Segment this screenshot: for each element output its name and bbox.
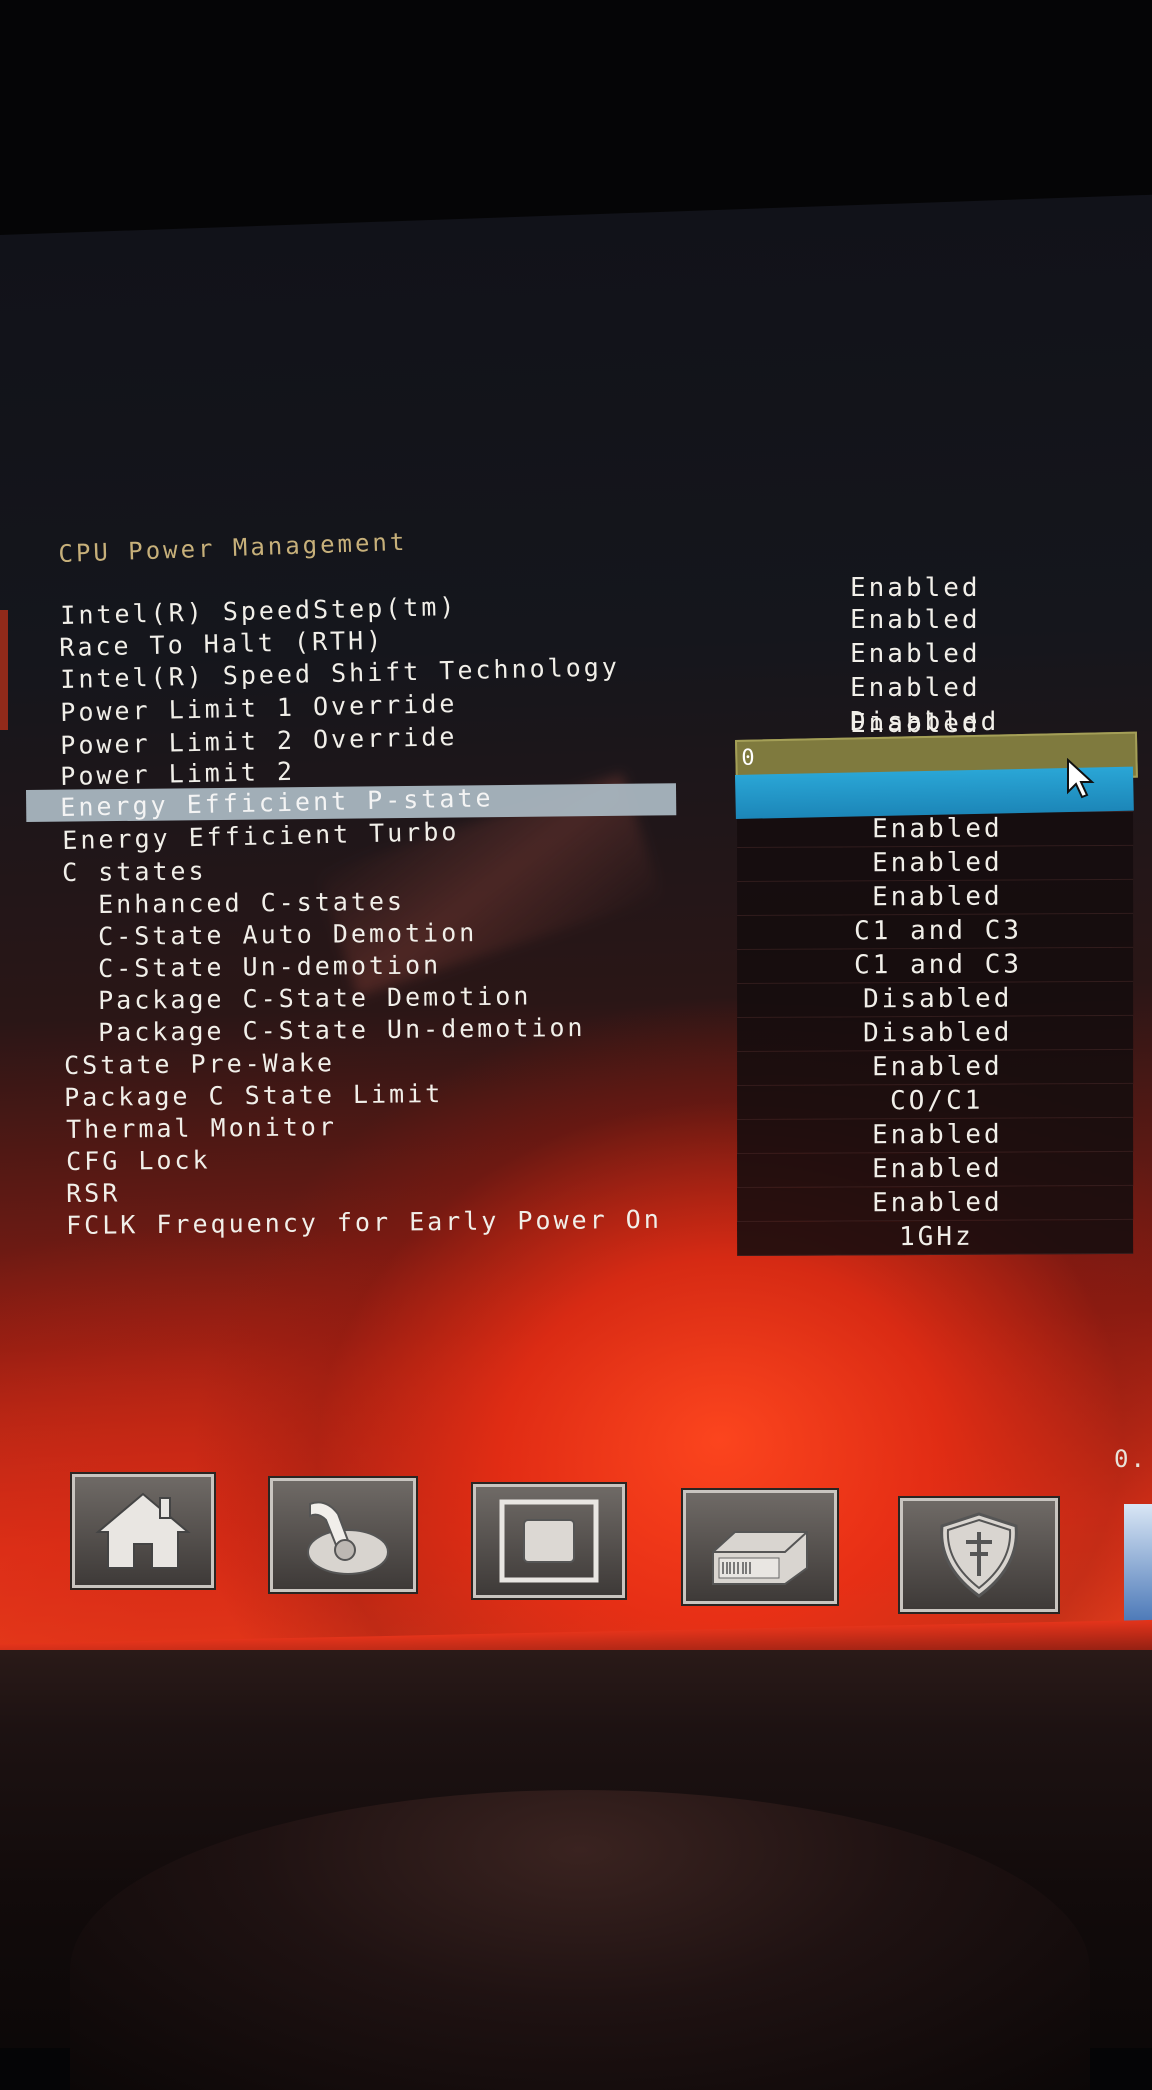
setting-value-row[interactable]: Enabled [737, 879, 1134, 916]
setting-value: Enabled [872, 881, 1003, 913]
left-edge-glow [0, 610, 8, 730]
setting-value[interactable]: Enabled [850, 672, 981, 705]
setting-label[interactable]: RSR [66, 1177, 120, 1210]
setting-label[interactable]: C-State Auto Demotion [98, 917, 477, 953]
setting-label[interactable]: CFG Lock [66, 1144, 211, 1178]
setting-value-row[interactable]: C1 and C3 [737, 913, 1134, 950]
setting-value-row[interactable]: Enabled [737, 1185, 1134, 1222]
setting-value-row[interactable]: 1GHz [737, 1219, 1134, 1256]
setting-value[interactable]: Enabled [850, 638, 981, 671]
window-icon [499, 1499, 599, 1583]
setting-value-row[interactable]: C1 and C3 [737, 947, 1134, 984]
setting-value: 1GHz [899, 1221, 974, 1253]
setting-label[interactable]: Package C-State Un-demotion [98, 1012, 586, 1049]
setting-label[interactable]: CState Pre-Wake [64, 1047, 335, 1082]
corner-text: 0. [1114, 1445, 1147, 1473]
power-limit-2-value: 0 [741, 745, 755, 771]
storage-button[interactable] [683, 1490, 837, 1604]
setting-value-row[interactable]: Enabled [737, 1151, 1134, 1188]
setting-label[interactable]: Thermal Monitor [66, 1111, 337, 1146]
setting-label[interactable]: Package C State Limit [64, 1078, 443, 1114]
overclock-button[interactable] [270, 1478, 416, 1592]
setting-value: Enabled [872, 1119, 1003, 1151]
window-button[interactable] [473, 1484, 625, 1598]
setting-value: C1 and C3 [854, 915, 1023, 947]
security-shield-icon [940, 1512, 1018, 1598]
setting-value-row[interactable]: Enabled [737, 1117, 1134, 1154]
setting-label[interactable]: C-State Un-demotion [98, 949, 441, 985]
setting-value: C1 and C3 [854, 949, 1023, 981]
setting-value: Enabled [872, 1187, 1003, 1219]
setting-value: Enabled [872, 1051, 1003, 1083]
top-value: Enabled [850, 573, 981, 603]
home-button[interactable] [72, 1474, 214, 1588]
setting-value-row[interactable]: Disabled [737, 1015, 1134, 1052]
security-button[interactable] [900, 1498, 1058, 1612]
home-icon [95, 1492, 191, 1569]
setting-value: Enabled [872, 1153, 1003, 1185]
setting-value-row[interactable]: CO/C1 [737, 1083, 1134, 1120]
setting-value[interactable]: Enabled [850, 604, 981, 637]
storage-drive-icon [712, 1531, 808, 1585]
setting-label[interactable]: C states [62, 855, 207, 889]
setting-label[interactable]: FCLK Frequency for Early Power On [66, 1204, 662, 1242]
setting-value: Enabled [872, 813, 1003, 845]
mouse-cursor-icon [1067, 758, 1095, 799]
setting-value-row[interactable]: Disabled [737, 981, 1134, 1018]
overclock-joystick-icon [307, 1501, 389, 1575]
setting-value: Disabled [863, 983, 1013, 1015]
setting-value-row[interactable]: Enabled [737, 1049, 1134, 1086]
setting-label[interactable]: Enhanced C-states [98, 886, 405, 921]
setting-value: Disabled [863, 1017, 1013, 1049]
setting-value: CO/C1 [890, 1085, 984, 1117]
setting-value: Enabled [872, 847, 1003, 879]
partial-toolbar-button[interactable] [1124, 1504, 1152, 1622]
setting-value-row[interactable]: Enabled [737, 845, 1134, 882]
setting-label[interactable]: Package C-State Demotion [98, 980, 532, 1017]
